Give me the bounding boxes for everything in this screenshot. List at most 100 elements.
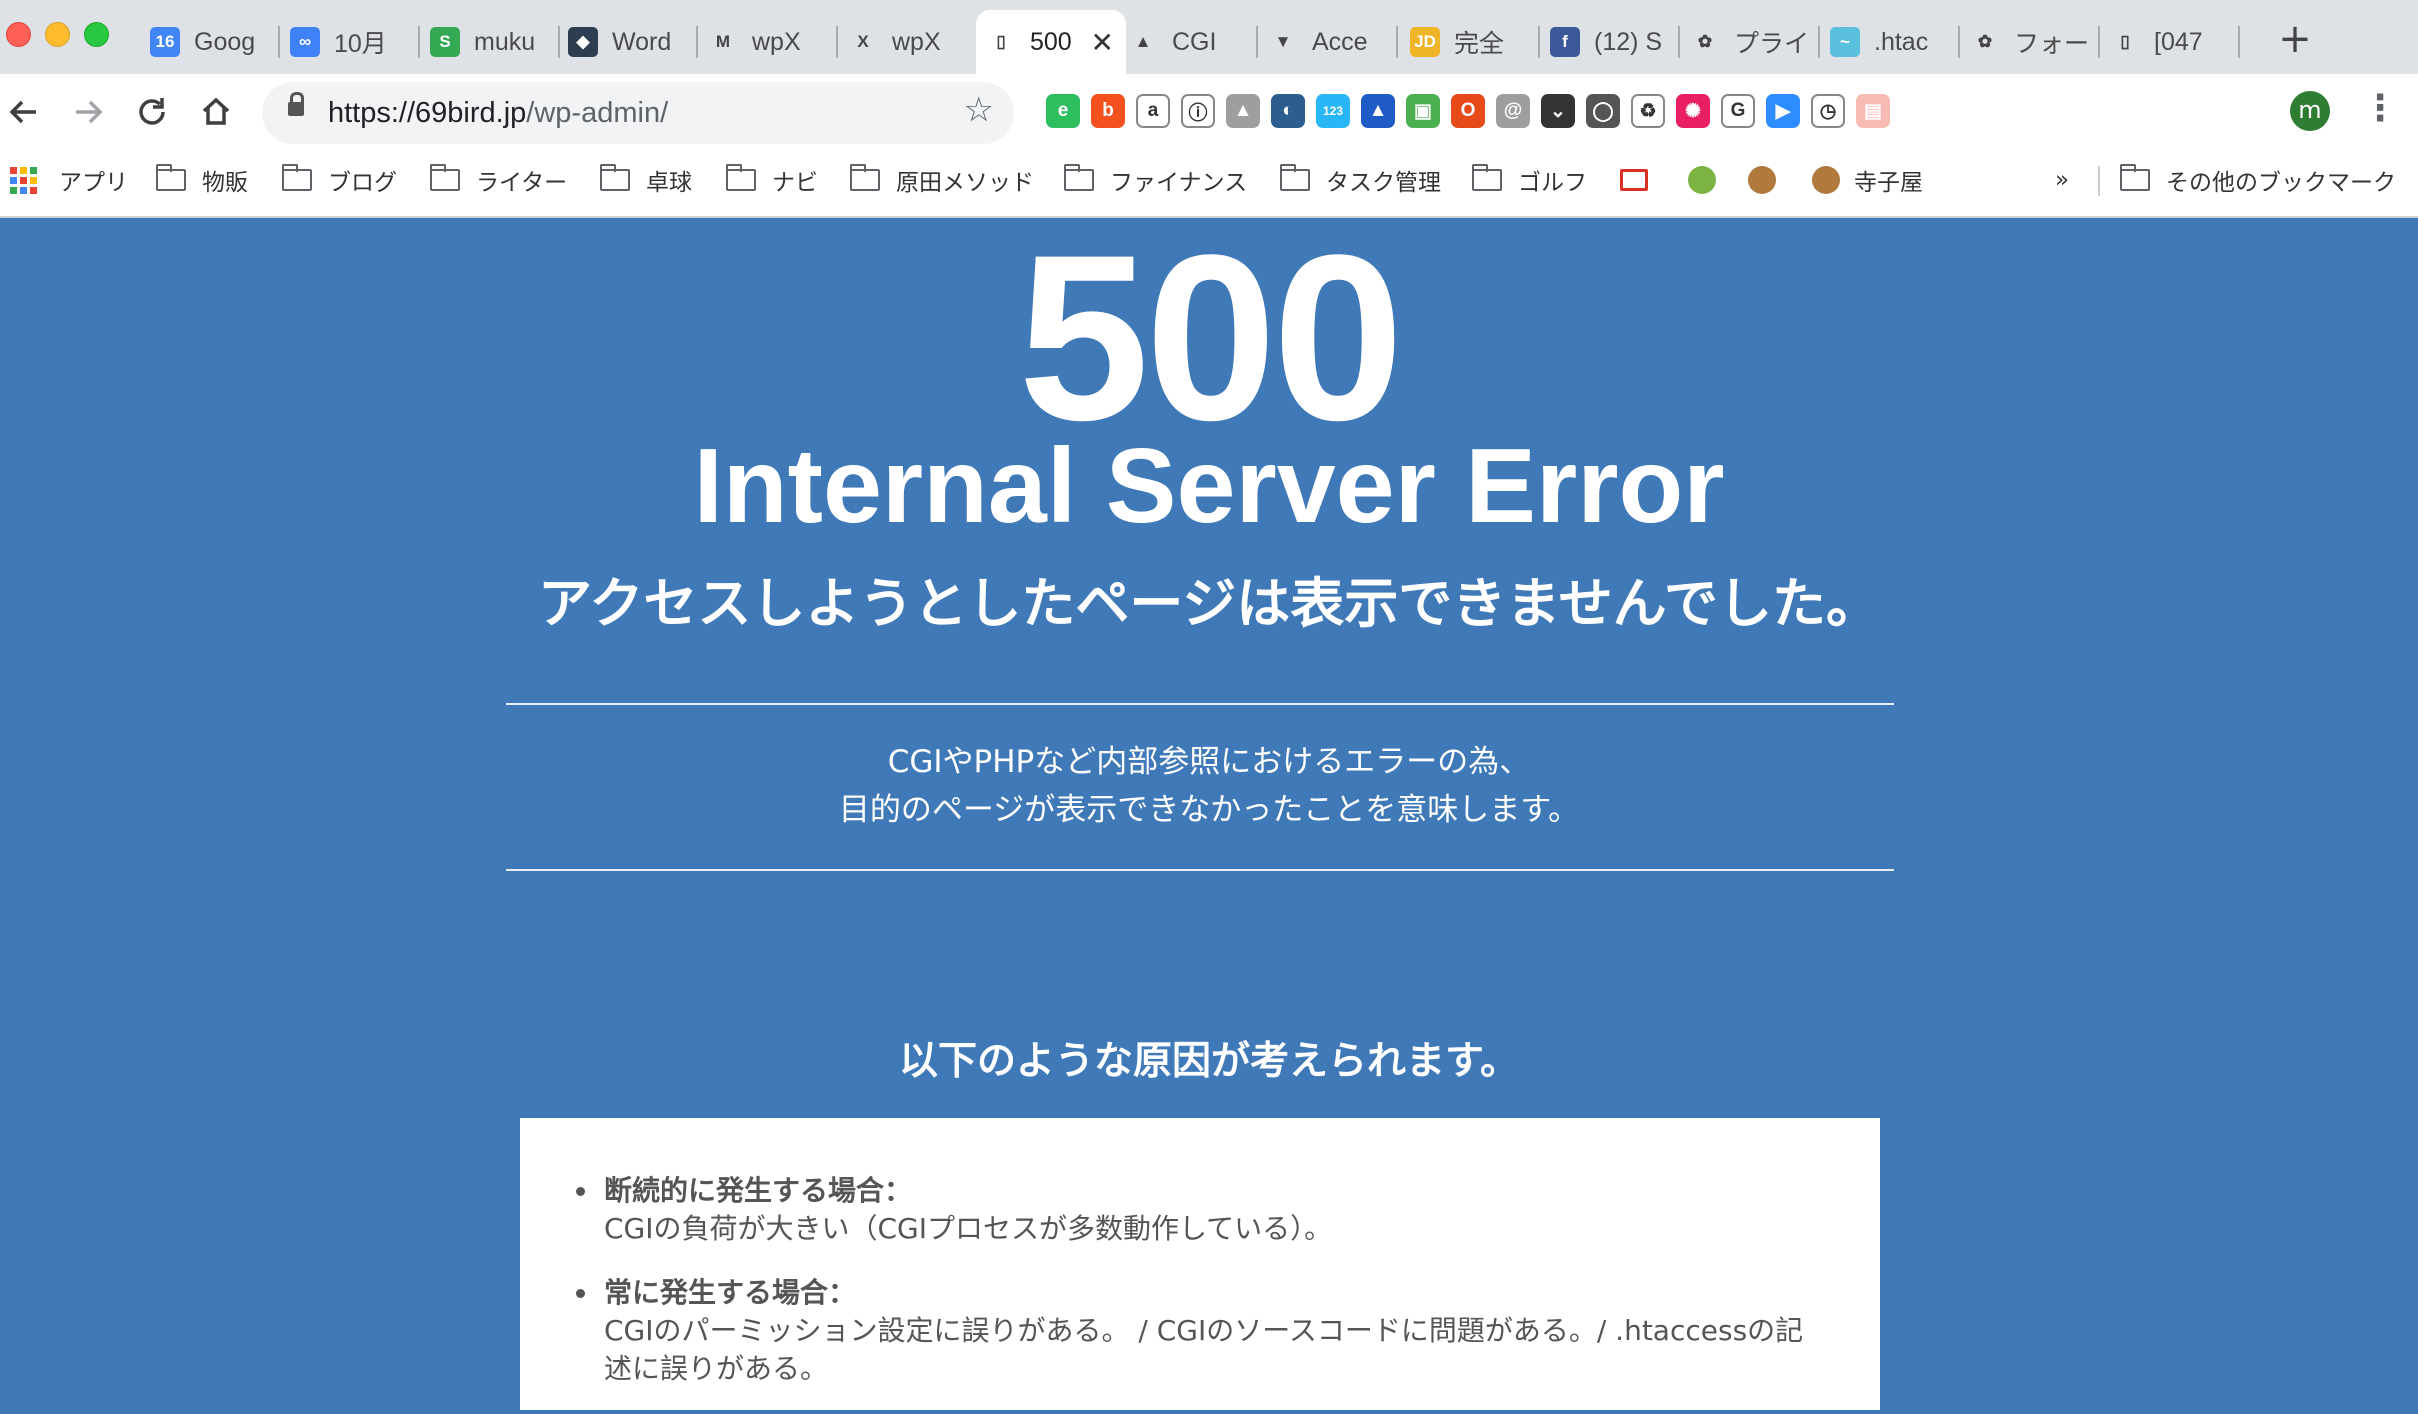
gmail-icon: M bbox=[715, 32, 731, 51]
bookmark-cookie[interactable]: 寺子屋 bbox=[1812, 154, 1923, 206]
bookmark-folder[interactable]: ナビ bbox=[726, 154, 818, 206]
reload-button[interactable] bbox=[128, 92, 176, 140]
pocket-extension-icon[interactable]: ⌄ bbox=[1541, 94, 1575, 128]
bookmark-star-icon[interactable]: ☆ bbox=[964, 90, 994, 130]
bookmark-label: 寺子屋 bbox=[1854, 170, 1923, 196]
back-button[interactable] bbox=[0, 92, 48, 140]
tab-title: [047 bbox=[2154, 27, 2203, 56]
bookmark-apps[interactable]: アプリ bbox=[10, 154, 128, 206]
bookmark-figure-icon-only[interactable] bbox=[1688, 154, 1730, 206]
bookmark-folder[interactable]: 卓球 bbox=[600, 154, 692, 206]
calendar-16-icon: 16 bbox=[150, 27, 180, 57]
page-icon: ▯ bbox=[2120, 32, 2130, 51]
at-mail-extension-icon[interactable]: @ bbox=[1496, 94, 1530, 128]
tab-title: Goog bbox=[194, 27, 256, 56]
bookmark-folder[interactable]: 原田メソッド bbox=[850, 154, 1034, 206]
recycle-extension-icon[interactable]: ♻ bbox=[1631, 94, 1665, 128]
office-extension-icon[interactable]: O bbox=[1451, 94, 1485, 128]
forward-button[interactable] bbox=[64, 92, 112, 140]
bookmark-label: ライター bbox=[476, 170, 568, 196]
counter-extension-icon[interactable]: 123 bbox=[1316, 94, 1350, 128]
evernote-extension-icon[interactable]: e bbox=[1046, 94, 1080, 128]
tab-shield[interactable]: ▼ Acce bbox=[1258, 10, 1398, 74]
tab-grad-cap[interactable]: ▲ CGI bbox=[1118, 10, 1258, 74]
color-wheel-extension-icon[interactable]: ✺ bbox=[1676, 94, 1710, 128]
fullscreen-window-button[interactable] bbox=[84, 22, 109, 47]
bulb-extension-icon[interactable]: ◯ bbox=[1586, 94, 1620, 128]
tab-s-green[interactable]: Smuku bbox=[420, 10, 560, 74]
divider-top bbox=[506, 703, 1894, 705]
cause-body: CGIのパーミッション設定に誤りがある。 / CGIのソースコードに問題がある。… bbox=[604, 1314, 1804, 1385]
tab-x-blue[interactable]: XwpX bbox=[838, 10, 978, 74]
tab-facebook[interactable]: f (12) S bbox=[1540, 10, 1680, 74]
bell-extension-icon[interactable]: ▲ bbox=[1361, 94, 1395, 128]
shield-icon: ▼ bbox=[1274, 32, 1292, 51]
home-button[interactable] bbox=[192, 92, 240, 140]
other-bookmarks-label: その他のブックマーク bbox=[2166, 170, 2396, 196]
tab-title: (12) S bbox=[1594, 27, 1663, 56]
causes-list: 断続的に発生する場合： CGIの負荷が大きい（CGIプロセスが多数動作している）… bbox=[576, 1172, 1824, 1414]
bookmark-gmail-icon-only[interactable] bbox=[1620, 154, 1662, 206]
tab-wave[interactable]: ~ .htac bbox=[1820, 10, 1960, 74]
bookmark-label: 卓球 bbox=[646, 170, 692, 196]
profile-avatar[interactable]: m bbox=[2290, 91, 2330, 131]
tab-red-bear[interactable]: ✿ フォー bbox=[1960, 10, 2100, 74]
drive-extension-icon[interactable]: ▲ bbox=[1226, 94, 1260, 128]
bookmark-folder[interactable]: タスク管理 bbox=[1280, 154, 1441, 206]
cause-body: CGIの負荷が大きい（CGIプロセスが多数動作している）。 bbox=[604, 1212, 1333, 1245]
tab-gmail[interactable]: MwpX bbox=[698, 10, 838, 74]
tab-jd[interactable]: JD 完全 bbox=[1400, 10, 1540, 74]
bookmark-folder[interactable]: ゴルフ bbox=[1472, 154, 1587, 206]
bookmarks-overflow-button[interactable]: » bbox=[2055, 154, 2069, 206]
zoom-extension-icon[interactable]: ▶ bbox=[1766, 94, 1800, 128]
timer-extension-icon[interactable]: ◷ bbox=[1811, 94, 1845, 128]
tab-title: 500 bbox=[1030, 27, 1072, 56]
amazon-extension-icon[interactable]: a bbox=[1136, 94, 1170, 128]
close-tab-icon[interactable]: ✕ bbox=[1091, 26, 1114, 59]
bookmark-folder[interactable]: ライター bbox=[430, 154, 567, 206]
tab-manager-extension-icon[interactable]: ◐ bbox=[1271, 94, 1305, 128]
home-icon bbox=[202, 97, 230, 125]
info-extension-icon[interactable]: ⓘ bbox=[1181, 94, 1215, 128]
figure-icon bbox=[1688, 166, 1716, 194]
address-bar[interactable]: https://69bird.jp/wp-admin/ ☆ bbox=[262, 82, 1014, 144]
folder-icon bbox=[850, 164, 880, 191]
menu-kebab-icon[interactable]: ⋮ bbox=[2362, 88, 2398, 129]
tab-page[interactable]: ▯ 500 ✕ bbox=[976, 10, 1126, 74]
bookmark-cookie-icon-only[interactable] bbox=[1748, 154, 1790, 206]
new-tab-button[interactable]: + bbox=[2270, 14, 2320, 64]
grad-cap-icon: ▲ bbox=[1134, 32, 1152, 51]
tab-cube[interactable]: ◆ Word bbox=[558, 10, 698, 74]
error-page: 500 Internal Server Error アクセスしようとしたページは… bbox=[0, 218, 2418, 1410]
bookmark-folder[interactable]: ファイナンス bbox=[1064, 154, 1247, 206]
g-box-extension-icon[interactable]: G bbox=[1721, 94, 1755, 128]
tab-title: プライ bbox=[1734, 30, 1810, 58]
bookmark-folder[interactable]: 物販 bbox=[156, 154, 248, 206]
tab-infinity[interactable]: ∞ 10月 bbox=[280, 10, 420, 74]
screenshot-extension-icon[interactable]: ▤ bbox=[1856, 94, 1890, 128]
bookmark-label: ファイナンス bbox=[1110, 170, 1248, 196]
minimize-window-button[interactable] bbox=[45, 22, 70, 47]
bookmark-label: アプリ bbox=[59, 170, 128, 196]
folder-icon bbox=[1280, 164, 1310, 191]
s-green-icon: S bbox=[430, 27, 460, 57]
tab-calendar-16[interactable]: 16 Goog bbox=[140, 10, 280, 74]
error-code: 500 bbox=[1018, 206, 1404, 470]
infinity-icon: ∞ bbox=[290, 27, 320, 57]
facebook-icon: f bbox=[1550, 27, 1580, 57]
tab-title: 完全 bbox=[1454, 30, 1505, 58]
folder-icon bbox=[430, 164, 460, 191]
page-icon: ▯ bbox=[996, 32, 1006, 51]
tab-red-bear[interactable]: ✿ プライ bbox=[1680, 10, 1820, 74]
close-window-button[interactable] bbox=[6, 22, 31, 47]
bookmark-folder[interactable]: ブログ bbox=[282, 154, 397, 206]
other-bookmarks-folder[interactable]: その他のブックマーク bbox=[2120, 154, 2396, 206]
doc-green-extension-icon[interactable]: ▣ bbox=[1406, 94, 1440, 128]
tab-page[interactable]: ▯ [047 bbox=[2100, 10, 2240, 74]
cause-item: 断続的に発生する場合： CGIの負荷が大きい（CGIプロセスが多数動作している）… bbox=[576, 1172, 1824, 1248]
url-path: /wp-admin/ bbox=[526, 97, 669, 129]
hatena-extension-icon[interactable]: b bbox=[1091, 94, 1125, 128]
tab-title: 10月 bbox=[334, 30, 387, 58]
tab-title: wpX bbox=[892, 27, 941, 56]
jd-icon: JD bbox=[1410, 27, 1440, 57]
